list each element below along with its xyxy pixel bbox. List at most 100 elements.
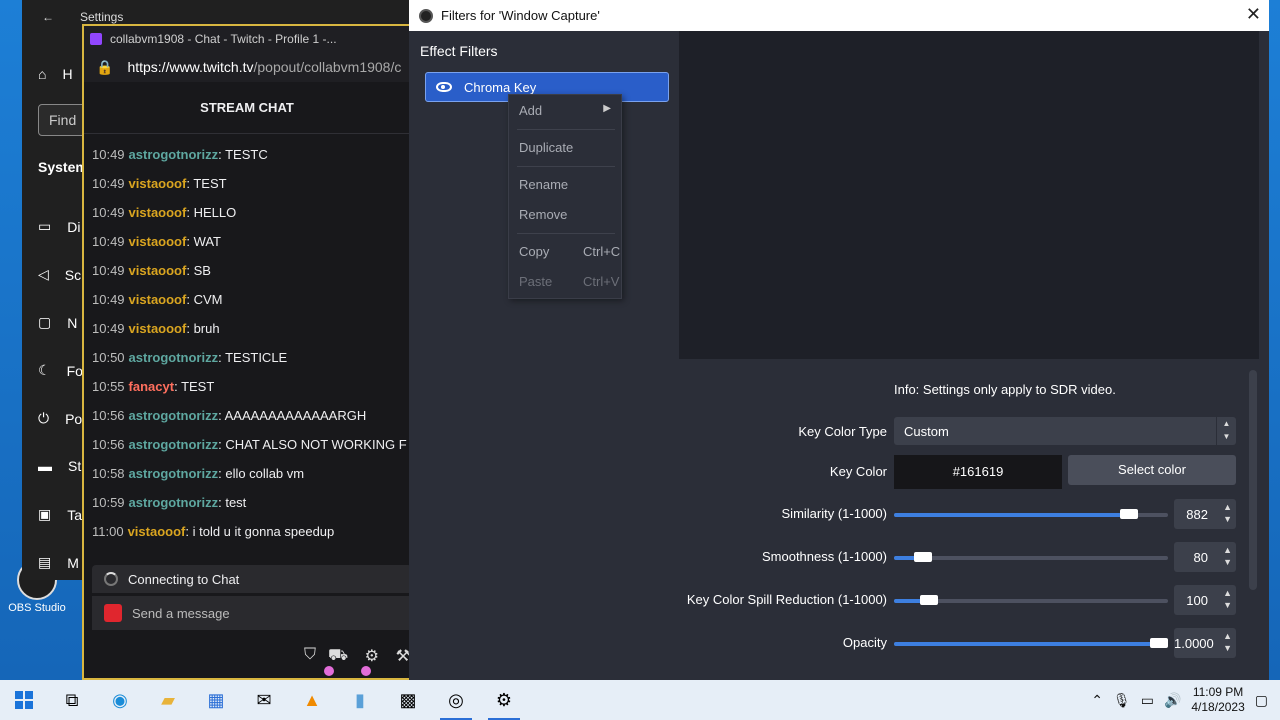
menu-item-remove[interactable]: Remove [519,207,619,222]
key-color-type-select[interactable]: Custom ▲ ▼ [894,417,1236,445]
menu-item-copy[interactable]: Copy Ctrl+C [519,244,620,259]
slider-handle[interactable] [914,552,933,562]
notepad-icon[interactable]: ▮ [336,680,384,720]
volume-icon[interactable]: 🔊 [1164,692,1181,709]
settings-nav-sound[interactable]: ◁ Sc [38,266,81,283]
chat-text: : TESTICLE [218,350,288,365]
network-icon[interactable]: ▭ [1141,692,1154,709]
chat-username[interactable]: fanacyt [129,379,175,394]
app-icon[interactable]: ▩ [384,680,432,720]
address-bar[interactable]: 🔒 https://www.twitch.tv/popout/collabvm1… [84,52,410,82]
chat-header: STREAM CHAT [84,82,410,134]
smoothness-spinbox[interactable]: 80 ▲ ▼ [1174,542,1236,572]
microphone-icon[interactable]: 🎙 [1113,692,1131,709]
properties-scrollbar[interactable] [1249,370,1257,590]
chat-timestamp: 10:50 [92,350,125,365]
twitch-chat-window[interactable]: collabvm1908 - Chat - Twitch - Profile 1… [82,24,412,680]
menu-item-add[interactable]: Add ▶ [519,103,619,118]
spin-arrows-icon[interactable]: ▲ ▼ [1223,630,1232,654]
settings-nav-storage[interactable]: ▬ St [38,458,81,474]
chat-username[interactable]: vistaooof [129,234,187,249]
notification-center-icon[interactable]: ▢ [1255,692,1268,709]
clock-date: 4/18/2023 [1191,700,1245,714]
chat-username[interactable]: vistaooof [129,263,187,278]
settings-nav-label: N [67,314,78,331]
chat-username[interactable]: vistaooof [129,176,187,191]
opacity-label: Opacity [842,635,887,650]
settings-taskbar-icon[interactable]: ⚙ [480,680,528,720]
chevron-up-icon[interactable]: ⌃ [1091,692,1103,709]
similarity-value: 882 [1186,507,1208,522]
camera-icon [104,604,122,622]
store-icon[interactable]: ▦ [192,680,240,720]
settings-nav-home[interactable]: ⌂ H [38,66,73,82]
cart-icon[interactable]: ⛟ [324,646,353,678]
smoothness-label: Smoothness (1-1000) [761,549,887,564]
chat-username[interactable]: astrogotnorizz [129,408,219,423]
obs-titlebar: Filters for 'Window Capture' ✕ [409,0,1269,31]
smoothness-slider[interactable] [894,552,1168,562]
spill-reduction-spinbox[interactable]: 100 ▲ ▼ [1174,585,1236,615]
spill-reduction-label: Key Color Spill Reduction (1-1000) [686,592,887,607]
chat-message-input[interactable]: Send a message [92,596,410,630]
submenu-arrow-icon: ▶ [603,103,611,114]
file-explorer-icon[interactable]: ▰ [144,680,192,720]
start-button[interactable] [0,680,48,720]
chat-username[interactable]: astrogotnorizz [129,350,219,365]
chat-username[interactable]: astrogotnorizz [129,466,219,481]
chat-username[interactable]: astrogotnorizz [129,495,219,510]
menu-item-rename[interactable]: Rename [519,177,619,192]
similarity-slider[interactable] [894,509,1168,519]
eye-icon[interactable] [436,82,452,92]
similarity-label: Similarity (1-1000) [781,506,887,521]
system-tray: ⌃ 🎙 ▭ 🔊 11:09 PM 4/18/2023 ▢ [1091,680,1280,720]
settings-nav-notifications[interactable]: ▢ N [38,314,77,331]
spin-arrows-icon[interactable]: ▲ ▼ [1223,587,1232,611]
chat-username[interactable]: vistaooof [129,205,187,220]
chat-username[interactable]: astrogotnorizz [129,147,219,162]
spin-arrows-icon[interactable]: ▲ ▼ [1223,544,1232,568]
shield-icon[interactable]: ⛉ [304,646,316,678]
similarity-spinbox[interactable]: 882 ▲ ▼ [1174,499,1236,529]
chat-username[interactable]: vistaooof [128,524,186,539]
vlc-icon[interactable]: ▲ [288,680,336,720]
key-color-row: Key Color #161619 Select color [679,455,1239,489]
key-color-label: Key Color [829,464,887,479]
opacity-slider[interactable] [894,638,1168,648]
chat-username[interactable]: astrogotnorizz [129,437,219,452]
url-host: https://www.twitch.tv [127,59,254,75]
chat-text: : TEST [186,176,227,191]
chat-username[interactable]: vistaooof [129,321,187,336]
key-color-swatch: #161619 [894,455,1062,489]
settings-nav-label: Ta [67,506,83,523]
select-color-button[interactable]: Select color [1068,455,1236,485]
mail-icon[interactable]: ✉ [240,680,288,720]
task-view-icon[interactable]: ⧉ [48,680,96,720]
chat-text: : i told u it gonna speedup [185,524,335,539]
slider-handle[interactable] [1119,509,1138,519]
settings-nav-display[interactable]: ▭ Di [38,218,80,235]
edge-icon[interactable]: ◉ [96,680,144,720]
chat-message: 10:56 astrogotnorizz: CHAT ALSO NOT WORKI… [84,430,410,459]
filter-preview [679,31,1259,359]
obs-taskbar-icon[interactable]: ◎ [432,680,480,720]
gear-icon[interactable]: ⚙ [360,646,384,678]
settings-nav-focus[interactable]: ☾ Fo [38,362,83,379]
spin-arrows-icon[interactable]: ▲ ▼ [1223,501,1232,525]
chat-timestamp: 10:49 [92,205,125,220]
chat-timestamp: 10:56 [92,408,125,423]
menu-item-duplicate[interactable]: Duplicate [519,140,619,155]
chat-text: : bruh [186,321,220,336]
settings-nav-power[interactable]: ⏻ Po [38,410,82,427]
clock[interactable]: 11:09 PM 4/18/2023 [1191,685,1244,715]
back-arrow-icon[interactable]: ← [42,10,54,24]
slider-handle[interactable] [919,595,938,605]
chat-username[interactable]: vistaooof [129,292,187,307]
close-icon[interactable]: ✕ [1246,4,1261,25]
spill-reduction-slider[interactable] [894,595,1168,605]
tools-icon[interactable]: ⚒ [396,646,410,678]
settings-nav-multitasking[interactable]: ▤ M [38,554,79,571]
slider-handle[interactable] [1150,638,1168,648]
settings-nav-tablet[interactable]: ▣ Ta [38,506,82,523]
opacity-spinbox[interactable]: 1.0000 ▲ ▼ [1174,628,1236,658]
